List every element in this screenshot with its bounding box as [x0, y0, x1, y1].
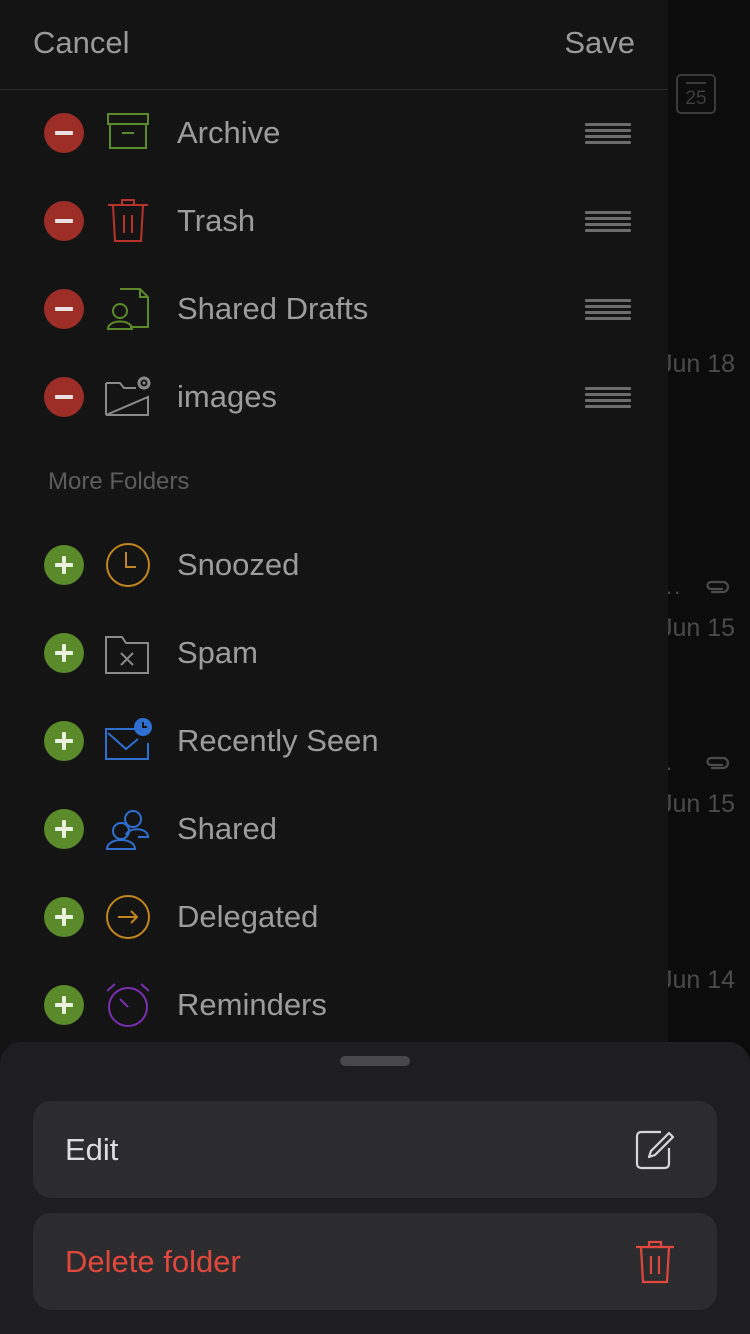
calendar-day: 25: [685, 88, 707, 109]
folder-row-recently-seen[interactable]: Recently Seen: [0, 697, 668, 785]
archive-box-icon: [104, 109, 152, 157]
truncated-preview: ..: [666, 574, 683, 599]
folder-row-shared[interactable]: Shared: [0, 785, 668, 873]
attachment-icon: [706, 580, 730, 594]
folder-label: Reminders: [177, 987, 327, 1022]
folder-label: Snoozed: [177, 547, 300, 582]
add-folder-button[interactable]: [44, 633, 84, 673]
reorder-handle[interactable]: [585, 299, 631, 321]
add-folder-button[interactable]: [44, 897, 84, 937]
message-date: Jun 15: [660, 614, 736, 642]
folder-label: Trash: [177, 203, 256, 238]
folder-label: Archive: [177, 115, 281, 150]
folder-label: Recently Seen: [177, 723, 379, 758]
folder-gear-icon: [104, 373, 152, 421]
folder-row-reminders[interactable]: Reminders: [0, 961, 668, 1049]
folder-actions-sheet: Edit Delete folder: [0, 1042, 750, 1334]
pencil-square-icon: [633, 1128, 677, 1172]
folder-label: Shared: [177, 811, 277, 846]
clock-icon: [104, 541, 152, 589]
add-folder-button[interactable]: [44, 809, 84, 849]
edit-label: Edit: [65, 1132, 119, 1167]
trash-icon: [104, 197, 152, 245]
recently-seen-envelope-icon: [104, 717, 152, 765]
folder-row-spam[interactable]: Spam: [0, 609, 668, 697]
folder-label: Delegated: [177, 899, 319, 934]
folder-row-trash[interactable]: Trash: [0, 177, 668, 265]
folder-row-images[interactable]: images: [0, 353, 668, 441]
attachment-icon: [706, 756, 730, 770]
folder-row-delegated[interactable]: Delegated: [0, 873, 668, 961]
more-folders-heading: More Folders: [48, 468, 190, 495]
folder-row-shared-drafts[interactable]: Shared Drafts: [0, 265, 668, 353]
folder-label: Spam: [177, 635, 258, 670]
message-date: Jun 14: [660, 966, 736, 994]
remove-folder-button[interactable]: [44, 113, 84, 153]
alarm-clock-icon: [104, 981, 152, 1029]
screen: 25 Jun 18 .. Jun 15 . Jun 15 Jun 14 Canc…: [0, 0, 750, 1334]
remove-folder-button[interactable]: [44, 377, 84, 417]
spam-folder-icon: [104, 629, 152, 677]
folder-row-archive[interactable]: Archive: [0, 89, 668, 177]
remove-folder-button[interactable]: [44, 289, 84, 329]
delegated-arrow-icon: [104, 893, 152, 941]
reorder-handle[interactable]: [585, 123, 631, 145]
folder-label: Shared Drafts: [177, 291, 369, 326]
message-date: Jun 15: [660, 790, 736, 818]
shared-drafts-icon: [104, 285, 152, 333]
trash-icon: [633, 1240, 677, 1284]
add-folder-button[interactable]: [44, 985, 84, 1025]
edit-button[interactable]: Edit: [33, 1101, 717, 1198]
folder-label: images: [177, 379, 277, 414]
drawer-header: Cancel Save: [0, 0, 668, 90]
cancel-button[interactable]: Cancel: [33, 25, 130, 61]
save-button[interactable]: Save: [564, 25, 635, 61]
reorder-handle[interactable]: [585, 211, 631, 233]
delete-folder-button[interactable]: Delete folder: [33, 1213, 717, 1310]
delete-folder-label: Delete folder: [65, 1244, 241, 1279]
remove-folder-button[interactable]: [44, 201, 84, 241]
folder-row-snoozed[interactable]: Snoozed: [0, 521, 668, 609]
add-folder-button[interactable]: [44, 721, 84, 761]
sheet-grabber[interactable]: [340, 1056, 410, 1066]
add-folder-button[interactable]: [44, 545, 84, 585]
reorder-handle[interactable]: [585, 387, 631, 409]
calendar-icon[interactable]: 25: [676, 74, 716, 114]
shared-people-icon: [104, 805, 152, 853]
message-date: Jun 18: [660, 350, 736, 378]
